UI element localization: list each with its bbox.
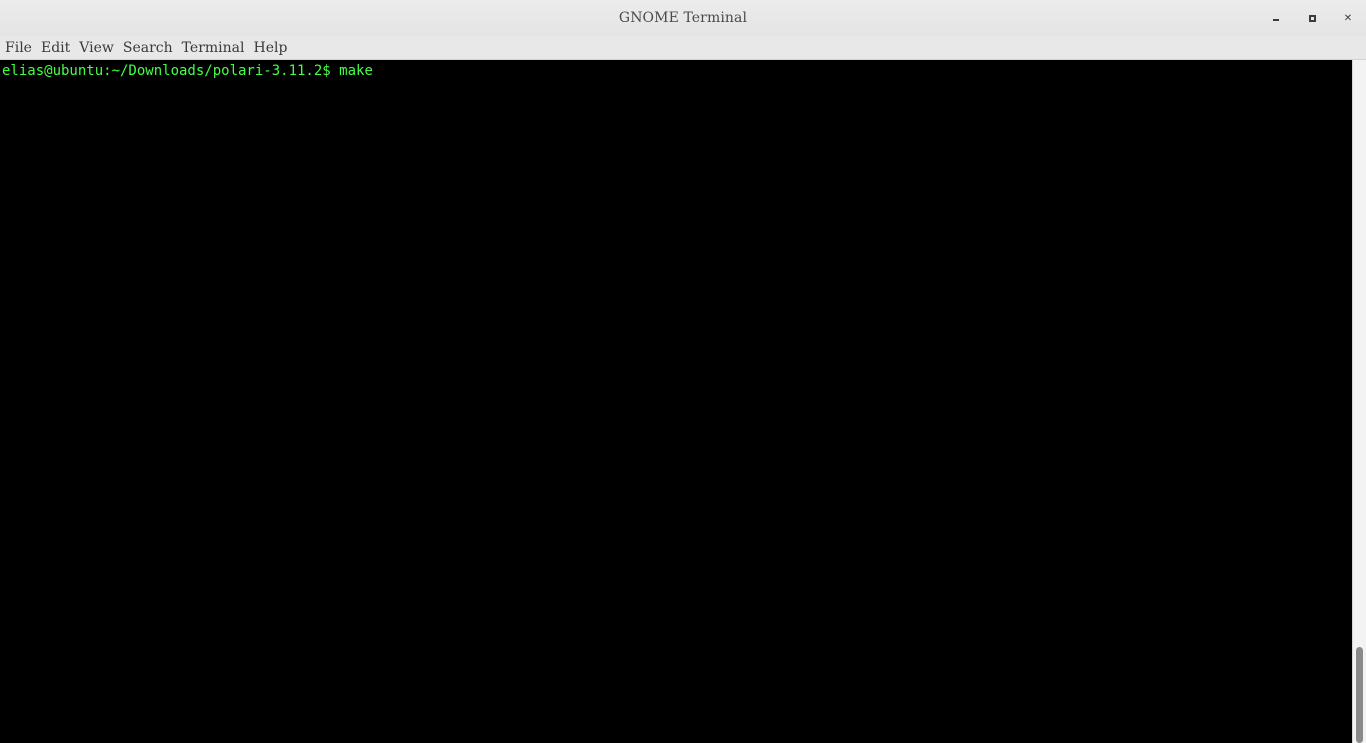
menu-file[interactable]: File — [5, 36, 32, 60]
minimize-icon — [1273, 19, 1279, 21]
terminal-output[interactable]: elias@ubuntu:~/Downloads/polari-3.11.2$ … — [0, 60, 1366, 743]
menu-edit[interactable]: Edit — [41, 36, 70, 60]
close-button[interactable]: ✕ — [1330, 0, 1366, 36]
title-bar[interactable]: GNOME Terminal ✕ — [0, 0, 1366, 36]
vertical-scrollbar[interactable] — [1352, 60, 1366, 743]
maximize-button[interactable] — [1294, 0, 1330, 36]
menu-help[interactable]: Help — [254, 36, 288, 60]
menu-bar: File Edit View Search Terminal Help — [0, 36, 1366, 60]
terminal-window: GNOME Terminal ✕ File Edit View Search T… — [0, 0, 1366, 743]
menu-search[interactable]: Search — [123, 36, 173, 60]
close-icon: ✕ — [1343, 12, 1353, 24]
menu-view[interactable]: View — [79, 36, 114, 60]
shell-prompt: elias@ubuntu:~/Downloads/polari-3.11.2$ — [2, 63, 331, 79]
scrollbar-thumb[interactable] — [1356, 647, 1363, 743]
terminal-line: elias@ubuntu:~/Downloads/polari-3.11.2$ … — [2, 62, 373, 80]
window-title: GNOME Terminal — [618, 10, 748, 26]
window-controls: ✕ — [1258, 0, 1366, 36]
maximize-icon — [1308, 14, 1316, 22]
minimize-button[interactable] — [1258, 0, 1294, 36]
menu-terminal[interactable]: Terminal — [182, 36, 245, 60]
shell-command: make — [330, 63, 373, 79]
